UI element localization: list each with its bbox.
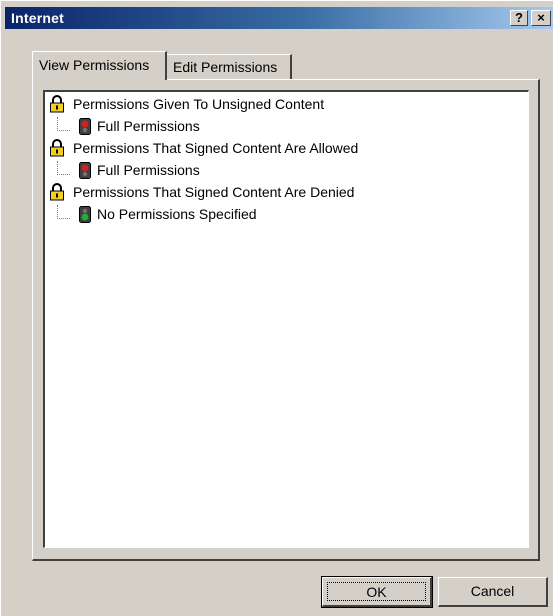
tree-connector (57, 161, 70, 175)
ok-button[interactable]: OK (321, 576, 433, 608)
permissions-tree[interactable]: Permissions Given To Unsigned Content Fu… (43, 90, 529, 548)
help-button[interactable]: ? (510, 10, 528, 26)
close-button[interactable]: × (531, 10, 551, 26)
red-light-icon (79, 162, 91, 179)
tree-connector (57, 205, 70, 219)
tab-panel: Permissions Given To Unsigned Content Fu… (32, 79, 540, 561)
window-title: Internet (11, 10, 64, 26)
dialog-window: Internet ? × View Permissions Edit Permi… (0, 0, 553, 616)
green-light-icon (79, 206, 91, 223)
tab-view-permissions[interactable]: View Permissions (32, 51, 167, 80)
tab-edit-permissions[interactable]: Edit Permissions (167, 54, 292, 79)
lock-icon (50, 183, 64, 201)
red-light-icon (79, 118, 91, 135)
ok-button-label: OK (327, 582, 426, 601)
tree-item-label: Full Permissions (97, 118, 200, 134)
tree-connector (57, 117, 70, 131)
lock-icon (50, 139, 64, 157)
cancel-button[interactable]: Cancel (438, 577, 548, 607)
lock-icon (50, 95, 64, 113)
title-bar[interactable]: Internet ? × (5, 7, 553, 29)
tree-item-label: Permissions Given To Unsigned Content (73, 96, 325, 112)
tree-item-label: No Permissions Specified (97, 206, 257, 222)
tree-item-label: Permissions That Signed Content Are Allo… (73, 140, 359, 156)
tree-item-label: Permissions That Signed Content Are Deni… (73, 184, 355, 200)
tree-item-label: Full Permissions (97, 162, 200, 178)
